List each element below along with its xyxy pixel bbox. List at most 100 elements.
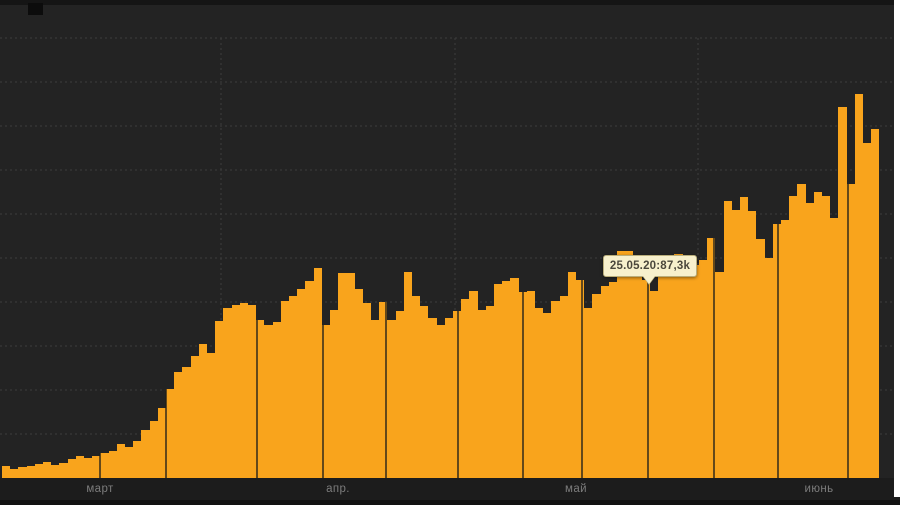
bar[interactable] xyxy=(478,310,486,478)
bar[interactable] xyxy=(232,305,240,478)
bar[interactable] xyxy=(404,272,412,478)
bar[interactable] xyxy=(18,467,27,478)
bar[interactable] xyxy=(560,296,568,478)
bar[interactable] xyxy=(699,260,707,478)
bar[interactable] xyxy=(174,372,182,478)
bar[interactable] xyxy=(109,451,117,478)
bar-chart-canvas[interactable] xyxy=(0,0,900,505)
bar[interactable] xyxy=(740,197,748,478)
bar[interactable] xyxy=(453,311,461,478)
bar[interactable] xyxy=(166,389,174,478)
bar[interactable] xyxy=(10,469,18,478)
bar[interactable] xyxy=(289,296,297,478)
bar[interactable] xyxy=(412,296,420,478)
bar[interactable] xyxy=(551,301,560,478)
bar[interactable] xyxy=(822,196,830,478)
bar[interactable] xyxy=(527,291,535,478)
bar[interactable] xyxy=(273,322,281,478)
bar[interactable] xyxy=(330,310,338,478)
bar[interactable] xyxy=(43,462,51,478)
bar[interactable] xyxy=(125,447,133,478)
bar[interactable] xyxy=(2,466,10,478)
bar[interactable] xyxy=(658,270,666,478)
bar[interactable] xyxy=(297,289,305,478)
bar[interactable] xyxy=(568,272,576,478)
bar[interactable] xyxy=(543,313,551,478)
bar[interactable] xyxy=(240,303,248,478)
bar[interactable] xyxy=(674,254,683,478)
bar[interactable] xyxy=(510,278,519,478)
bar[interactable] xyxy=(191,356,199,478)
bar[interactable] xyxy=(756,239,765,478)
bar[interactable] xyxy=(806,203,814,478)
bar[interactable] xyxy=(305,281,314,478)
bar[interactable] xyxy=(724,201,732,478)
bar[interactable] xyxy=(469,291,478,478)
bar[interactable] xyxy=(355,289,363,478)
bar[interactable] xyxy=(338,273,346,478)
bar[interactable] xyxy=(51,465,59,478)
bar[interactable] xyxy=(838,107,847,478)
bar[interactable] xyxy=(748,211,756,478)
bar[interactable] xyxy=(314,268,322,478)
bar[interactable] xyxy=(592,294,601,478)
bar[interactable] xyxy=(27,466,35,478)
bar[interactable] xyxy=(371,320,379,478)
bar[interactable] xyxy=(863,143,871,478)
bar[interactable] xyxy=(346,273,355,478)
bar[interactable] xyxy=(855,94,863,478)
bar[interactable] xyxy=(100,453,109,478)
bar[interactable] xyxy=(35,464,43,478)
bar[interactable] xyxy=(461,299,469,478)
bar[interactable] xyxy=(182,367,191,478)
bar[interactable] xyxy=(428,318,437,478)
bar[interactable] xyxy=(437,325,445,478)
bar[interactable] xyxy=(76,456,84,478)
bar[interactable] xyxy=(223,308,232,478)
bar[interactable] xyxy=(486,306,494,478)
bar[interactable] xyxy=(535,308,543,478)
bar[interactable] xyxy=(871,129,879,478)
bar[interactable] xyxy=(609,282,617,478)
bar[interactable] xyxy=(387,320,396,478)
bar[interactable] xyxy=(84,458,92,478)
bar[interactable] xyxy=(797,184,806,478)
bar[interactable] xyxy=(158,408,166,478)
bar[interactable] xyxy=(363,303,371,478)
bar[interactable] xyxy=(150,421,158,478)
bar[interactable] xyxy=(691,265,699,478)
bar[interactable] xyxy=(773,224,781,478)
bar[interactable] xyxy=(264,325,273,478)
bar[interactable] xyxy=(92,456,100,478)
bar[interactable] xyxy=(633,260,642,478)
bar[interactable] xyxy=(445,318,453,478)
bar[interactable] xyxy=(420,306,428,478)
bar[interactable] xyxy=(732,210,740,478)
bar[interactable] xyxy=(215,321,223,478)
bar[interactable] xyxy=(666,259,674,478)
bar[interactable] xyxy=(248,305,256,478)
bar[interactable] xyxy=(830,218,838,478)
bar[interactable] xyxy=(207,353,215,478)
bar[interactable] xyxy=(617,251,625,478)
bar[interactable] xyxy=(141,430,150,478)
bar[interactable] xyxy=(59,463,68,478)
bar[interactable] xyxy=(789,196,797,478)
bar[interactable] xyxy=(650,291,658,478)
bar[interactable] xyxy=(133,441,141,478)
bar[interactable] xyxy=(765,258,773,478)
bar[interactable] xyxy=(683,263,691,478)
bar[interactable] xyxy=(117,444,125,478)
bar[interactable] xyxy=(396,311,404,478)
bar[interactable] xyxy=(814,192,822,478)
bar[interactable] xyxy=(281,301,289,478)
bar[interactable] xyxy=(494,284,502,478)
bar[interactable] xyxy=(199,344,207,478)
bar[interactable] xyxy=(715,272,724,478)
bar[interactable] xyxy=(625,251,633,478)
bar[interactable] xyxy=(502,281,510,478)
bar[interactable] xyxy=(601,286,609,478)
bar[interactable] xyxy=(584,308,592,478)
bar[interactable] xyxy=(781,220,789,478)
bar[interactable] xyxy=(68,459,76,478)
